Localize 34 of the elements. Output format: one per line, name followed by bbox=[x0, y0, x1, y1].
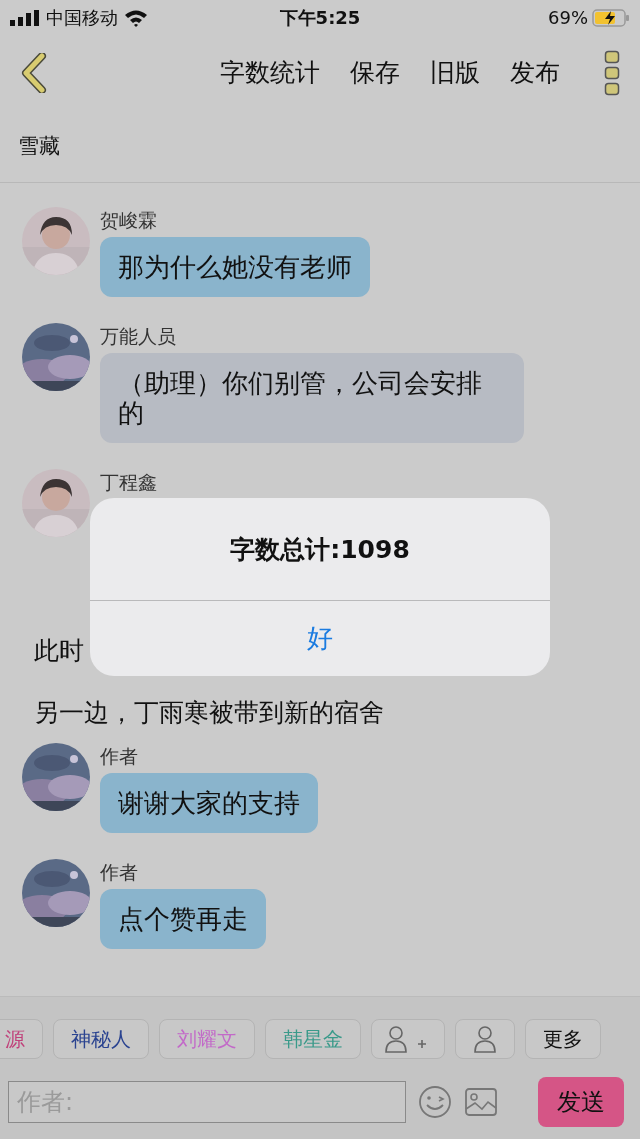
alert-message: 字数总计:1098 bbox=[230, 533, 410, 566]
wifi-icon bbox=[124, 8, 148, 27]
narration-text: 此时 bbox=[34, 634, 84, 667]
signal-icon bbox=[10, 9, 40, 26]
toolbar-action[interactable]: 字数统计 bbox=[220, 56, 320, 89]
emoji-icon[interactable] bbox=[418, 1085, 452, 1119]
sender-name: 作者 bbox=[100, 745, 138, 767]
clock-time: 下午5:25 bbox=[279, 6, 361, 28]
message-bubble: 点个赞再走 bbox=[100, 889, 266, 949]
more-button[interactable]: 更多 bbox=[525, 1019, 601, 1059]
toolbar-action[interactable]: 保存 bbox=[350, 56, 400, 89]
sender-name: 贺峻霖 bbox=[100, 209, 157, 231]
message-bubble: （助理）你们别管，公司会安排的 bbox=[100, 353, 524, 443]
carrier-name: 中国移动 bbox=[46, 5, 118, 30]
message-bubble: 谢谢大家的支持 bbox=[100, 773, 318, 833]
battery-icon bbox=[592, 8, 630, 27]
story-title: 雪藏 bbox=[18, 133, 60, 160]
more-icon[interactable] bbox=[604, 49, 620, 96]
sender-name: 作者 bbox=[100, 861, 138, 883]
toolbar-action[interactable]: 旧版 bbox=[430, 56, 480, 89]
sender-name: 丁程鑫 bbox=[100, 471, 157, 493]
battery-percent: 69% bbox=[548, 7, 588, 28]
role-chip[interactable]: 神秘人 bbox=[53, 1019, 149, 1059]
image-icon[interactable] bbox=[464, 1087, 498, 1117]
role-button[interactable] bbox=[455, 1019, 515, 1059]
ok-button[interactable]: 好 bbox=[90, 601, 550, 676]
toolbar-action[interactable]: 发布 bbox=[510, 56, 560, 89]
message-bubble: 那为什么她没有老师 bbox=[100, 237, 370, 297]
add-role-button[interactable] bbox=[371, 1019, 445, 1059]
person-icon bbox=[473, 1025, 497, 1053]
narration-text: 另一边，丁雨寒被带到新的宿舍 bbox=[34, 696, 384, 729]
sender-name: 万能人员 bbox=[100, 325, 176, 347]
send-button[interactable]: 发送 bbox=[538, 1077, 624, 1127]
role-chip[interactable]: 源 bbox=[0, 1019, 43, 1059]
